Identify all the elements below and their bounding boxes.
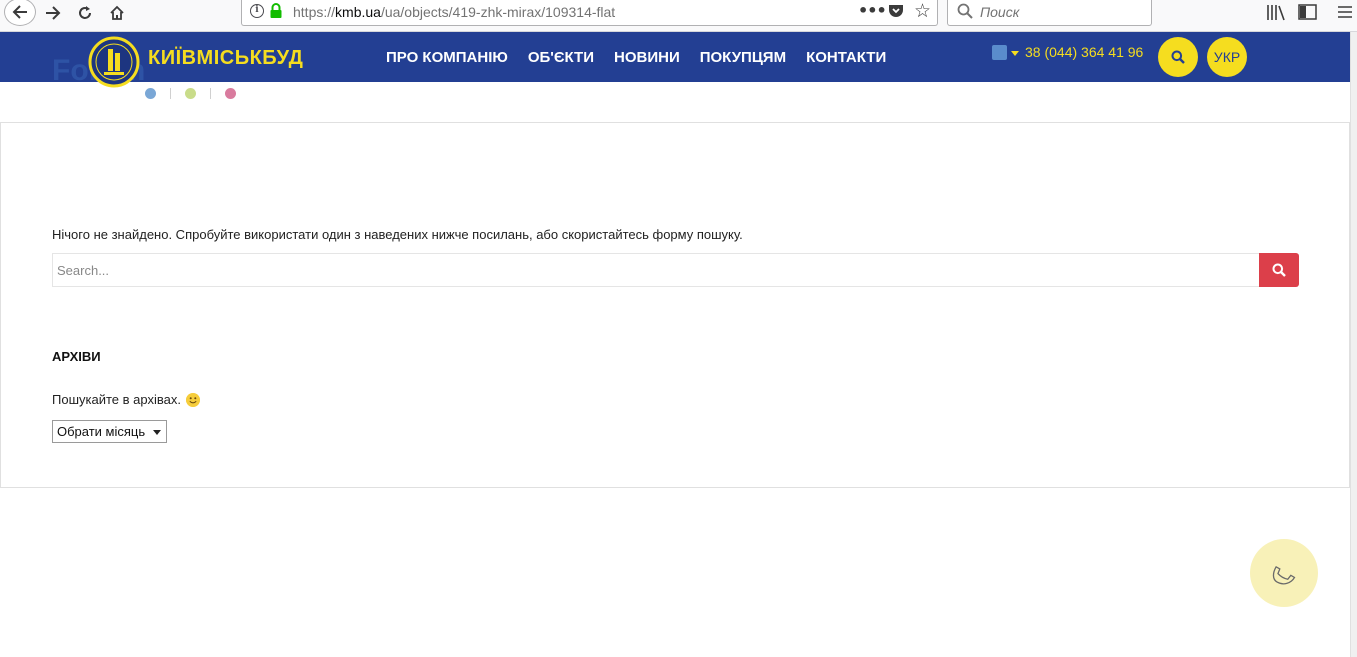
- logo-emblem-icon: [88, 36, 140, 88]
- home-icon: [110, 5, 124, 20]
- browser-search-bar[interactable]: Поиск: [947, 0, 1152, 26]
- nav-about[interactable]: ПРО КОМПАНІЮ: [386, 49, 508, 66]
- logo-text: КИЇВМІСЬКБУД: [148, 47, 304, 69]
- library-icon[interactable]: [1266, 4, 1286, 21]
- archive-month-select[interactable]: Обрати місяць: [52, 420, 167, 443]
- content-area: Нічого не знайдено. Спробуйте використат…: [0, 122, 1350, 488]
- url-path: /ua/objects/419-zhk-mirax/109314-flat: [380, 4, 616, 20]
- page-scrollbar[interactable]: [1350, 32, 1357, 657]
- phone-icon: [992, 44, 1007, 60]
- reload-icon: [79, 6, 91, 19]
- nav-buyers[interactable]: ПОКУПЦЯМ: [700, 49, 786, 66]
- caret-down-icon: [153, 430, 161, 435]
- divider: [210, 88, 211, 99]
- search-icon: [957, 3, 973, 19]
- main-navigation: ПРО КОМПАНІЮ ОБ'ЄКТИ НОВИНИ ПОКУПЦЯМ КОН…: [386, 49, 886, 66]
- dot-pink: [225, 88, 236, 99]
- phone-handset-icon: [1272, 565, 1296, 585]
- pocket-icon[interactable]: [888, 4, 904, 19]
- site-logo[interactable]: Forum КИЇВМІСЬКБУД: [52, 36, 328, 88]
- language-button[interactable]: УКР: [1207, 37, 1247, 77]
- reload-button[interactable]: [70, 0, 100, 26]
- url-text[interactable]: https://kmb.ua/ua/objects/419-zhk-mirax/…: [293, 4, 615, 20]
- site-header: Forum КИЇВМІСЬКБУД ПРО КОМПАНІЮ ОБ'ЄКТИ …: [0, 32, 1350, 88]
- phone-dropdown[interactable]: 38 (044) 364 41 96: [992, 44, 1143, 60]
- header-search-button[interactable]: [1158, 37, 1198, 77]
- hamburger-menu-icon[interactable]: [1338, 5, 1352, 19]
- arrow-right-icon: [46, 6, 61, 20]
- smile-icon: [185, 392, 200, 407]
- archives-text: Пошукайте в архівах.: [52, 392, 181, 407]
- search-submit-button[interactable]: [1259, 253, 1299, 287]
- phone-number[interactable]: 38 (044) 364 41 96: [1025, 44, 1143, 60]
- search-icon: [1272, 263, 1286, 277]
- search-icon: [1171, 50, 1185, 64]
- url-bar[interactable]: i https://kmb.ua/ua/objects/419-zhk-mira…: [241, 0, 938, 26]
- home-button[interactable]: [102, 0, 132, 26]
- nav-news[interactable]: НОВИНИ: [614, 49, 680, 66]
- browser-toolbar: i https://kmb.ua/ua/objects/419-zhk-mira…: [0, 0, 1357, 32]
- search-form: [52, 253, 1299, 287]
- nav-contacts[interactable]: КОНТАКТИ: [806, 49, 886, 66]
- caret-down-icon: [1011, 50, 1019, 56]
- dot-blue: [145, 88, 156, 99]
- month-select-value: Обрати місяць: [57, 424, 146, 439]
- decorative-dots: [145, 88, 236, 99]
- back-button[interactable]: [4, 0, 36, 26]
- nav-objects[interactable]: ОБ'ЄКТИ: [528, 49, 594, 66]
- page-actions-icon[interactable]: •••: [858, 1, 887, 20]
- bookmark-star-icon[interactable]: ☆: [914, 0, 931, 22]
- arrow-left-icon: [12, 5, 27, 19]
- not-found-message: Нічого не знайдено. Спробуйте використат…: [52, 227, 743, 242]
- browser-search-placeholder: Поиск: [980, 4, 1020, 20]
- lock-icon: [270, 3, 282, 18]
- archives-text-row: Пошукайте в архівах.: [52, 392, 200, 407]
- sidebar-icon[interactable]: [1298, 4, 1317, 20]
- search-input[interactable]: [52, 253, 1260, 287]
- url-host: kmb.ua: [335, 4, 381, 20]
- callback-button[interactable]: [1250, 539, 1318, 607]
- info-icon[interactable]: i: [250, 4, 264, 18]
- dot-green: [185, 88, 196, 99]
- url-scheme: https://: [293, 4, 336, 20]
- divider: [170, 88, 171, 99]
- archives-heading: АРХІВИ: [52, 349, 101, 364]
- forward-button[interactable]: [38, 0, 68, 26]
